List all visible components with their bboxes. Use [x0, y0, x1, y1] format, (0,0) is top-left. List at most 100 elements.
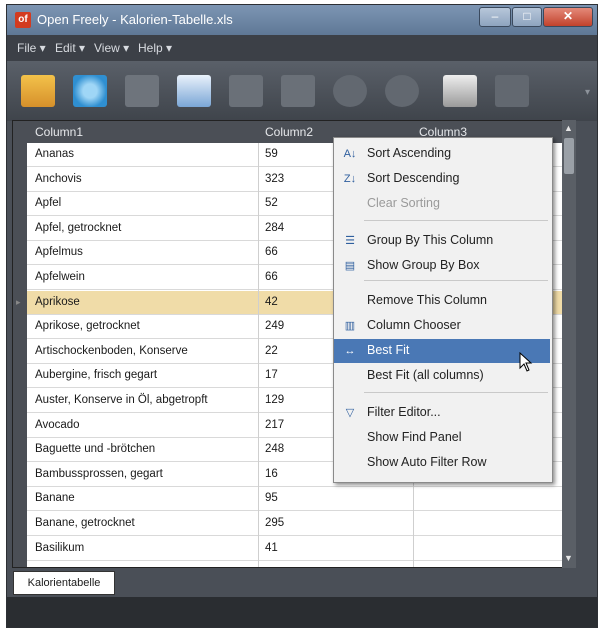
status-strip — [7, 597, 597, 627]
table-cell[interactable]: 66 — [265, 246, 278, 258]
table-cell[interactable]: Avocado — [35, 419, 80, 431]
table-cell[interactable]: Ananas — [35, 148, 74, 160]
maximize-button[interactable]: □ — [512, 7, 542, 27]
toolbar-overflow-icon[interactable]: ▾ — [585, 87, 590, 98]
menu-edit[interactable]: Edit ▾ — [55, 41, 85, 55]
save-icon[interactable] — [125, 75, 159, 107]
copy-icon[interactable] — [229, 75, 263, 107]
column-header-1[interactable]: Column1 — [35, 125, 83, 139]
menu-item-show-find-panel[interactable]: Show Find Panel — [334, 426, 550, 450]
table-cell[interactable]: 52 — [265, 197, 278, 209]
menu-item-label: Remove This Column — [367, 293, 487, 307]
best-fit-icon: ↔ — [344, 345, 356, 357]
menu-item-label: Show Auto Filter Row — [367, 455, 487, 469]
app-logo-icon: of — [15, 12, 31, 28]
table-cell[interactable]: Apfel, getrocknet — [35, 222, 121, 234]
menu-item-remove-this-column[interactable]: Remove This Column — [334, 289, 550, 313]
table-cell[interactable]: 217 — [265, 419, 284, 431]
open-icon[interactable] — [21, 75, 55, 107]
table-row[interactable]: Banane 95 — [27, 487, 573, 512]
menu-separator — [364, 280, 548, 281]
menu-view[interactable]: View ▾ — [94, 41, 129, 55]
table-cell[interactable]: Auster, Konserve in Öl, abgetropft — [35, 394, 208, 406]
refresh-icon[interactable] — [73, 75, 107, 107]
table-row[interactable]: Banane, getrocknet 295 — [27, 512, 573, 536]
table-cell[interactable]: Basilikum — [35, 542, 84, 554]
paste-icon[interactable] — [281, 75, 315, 107]
find-next-icon[interactable] — [385, 75, 419, 107]
table-cell[interactable]: 59 — [265, 148, 278, 160]
menu-item-label: Sort Ascending — [367, 146, 452, 160]
column-divider — [258, 143, 259, 567]
menu-item-label: Filter Editor... — [367, 405, 441, 419]
table-cell[interactable]: 41 — [265, 542, 278, 554]
sort-ascending-icon: A↓ — [343, 148, 357, 160]
table-cell[interactable]: Bambussprossen, gegart — [35, 468, 163, 480]
table-cell[interactable]: Anchovis — [35, 173, 82, 185]
toolbar: ▾ — [7, 61, 597, 121]
menu-item-group-by-this-column[interactable]: ☰ Group By This Column — [334, 229, 550, 253]
column-header-2[interactable]: Column2 — [265, 125, 313, 139]
table-cell[interactable]: 284 — [265, 222, 284, 234]
table-cell[interactable]: Apfelwein — [35, 271, 85, 283]
table-cell[interactable]: 22 — [265, 345, 278, 357]
mouse-cursor-icon — [519, 352, 533, 372]
scroll-up-icon[interactable]: ▲ — [564, 123, 573, 133]
find-icon[interactable] — [333, 75, 367, 107]
menu-item-label: Sort Descending — [367, 171, 460, 185]
menu-item-best-fit[interactable]: ↔ Best Fit — [334, 339, 550, 363]
menu-item-label: Column Chooser — [367, 318, 461, 332]
table-cell[interactable]: 42 — [265, 296, 278, 308]
scroll-thumb[interactable] — [564, 138, 574, 174]
table-cell[interactable]: 17 — [265, 369, 278, 381]
menu-item-label: Best Fit (all columns) — [367, 368, 484, 382]
table-cell[interactable]: 129 — [265, 394, 284, 406]
settings-icon[interactable] — [495, 75, 529, 107]
table-cell[interactable]: 249 — [265, 320, 284, 332]
menu-item-label: Best Fit — [367, 343, 410, 357]
column-context-menu: A↓ Sort Ascending Z↓ Sort Descending Clear S… — [333, 137, 553, 483]
menu-item-label: Show Find Panel — [367, 430, 462, 444]
table-cell[interactable]: 16 — [265, 468, 278, 480]
sheet-tab[interactable]: Kalorientabelle — [13, 571, 115, 595]
menu-item-show-auto-filter-row[interactable]: Show Auto Filter Row — [334, 451, 550, 475]
menu-item-best-fit-all-columns[interactable]: Best Fit (all columns) — [334, 364, 550, 388]
scroll-down-icon[interactable]: ▼ — [564, 553, 573, 563]
menu-item-show-group-by-box[interactable]: ▤ Show Group By Box — [334, 254, 550, 278]
menu-item-filter-editor[interactable]: ▽ Filter Editor... — [334, 401, 550, 425]
table-cell[interactable]: 66 — [265, 271, 278, 283]
table-cell[interactable]: Aubergine, frisch gegart — [35, 369, 157, 381]
table-cell[interactable]: Aprikose — [35, 296, 80, 308]
table-cell[interactable]: 295 — [265, 517, 284, 529]
table-cell[interactable]: Apfelmus — [35, 246, 83, 258]
sort-descending-icon: Z↓ — [343, 173, 357, 185]
menu-help[interactable]: Help ▾ — [138, 41, 172, 55]
menu-bar: File ▾ Edit ▾ View ▾ Help ▾ — [7, 35, 597, 61]
menu-item-label: Show Group By Box — [367, 258, 480, 272]
close-button[interactable]: ✕ — [543, 7, 593, 27]
table-cell[interactable]: Artischockenboden, Konserve — [35, 345, 188, 357]
table-row[interactable]: Basilikum 41 — [27, 537, 573, 561]
table-cell[interactable]: Banane — [35, 492, 75, 504]
sheet-tab-bar: Kalorientabelle — [7, 569, 597, 597]
print-icon[interactable] — [443, 75, 477, 107]
group-box-icon: ▤ — [344, 260, 356, 272]
vertical-scrollbar[interactable]: ▲ ▼ — [562, 120, 576, 568]
column-chooser-icon: ▥ — [344, 320, 356, 332]
table-cell[interactable]: Baguette und -brötchen — [35, 443, 155, 455]
menu-item-column-chooser[interactable]: ▥ Column Chooser — [334, 314, 550, 338]
minimize-button[interactable]: – — [479, 7, 511, 27]
menu-item-sort-ascending[interactable]: A↓ Sort Ascending — [334, 142, 550, 166]
edit-icon[interactable] — [177, 75, 211, 107]
menu-file[interactable]: File ▾ — [17, 41, 46, 55]
table-cell[interactable]: Aprikose, getrocknet — [35, 320, 140, 332]
table-cell[interactable]: 248 — [265, 443, 284, 455]
table-cell[interactable]: 95 — [265, 492, 278, 504]
table-cell[interactable]: Banane, getrocknet — [35, 517, 135, 529]
table-cell[interactable]: Apfel — [35, 197, 61, 209]
title-bar[interactable]: of Open Freely - Kalorien-Tabelle.xls – … — [7, 5, 597, 35]
menu-separator — [364, 220, 548, 221]
table-cell[interactable]: 323 — [265, 173, 284, 185]
menu-item-sort-descending[interactable]: Z↓ Sort Descending — [334, 167, 550, 191]
menu-item-label: Clear Sorting — [367, 196, 440, 210]
